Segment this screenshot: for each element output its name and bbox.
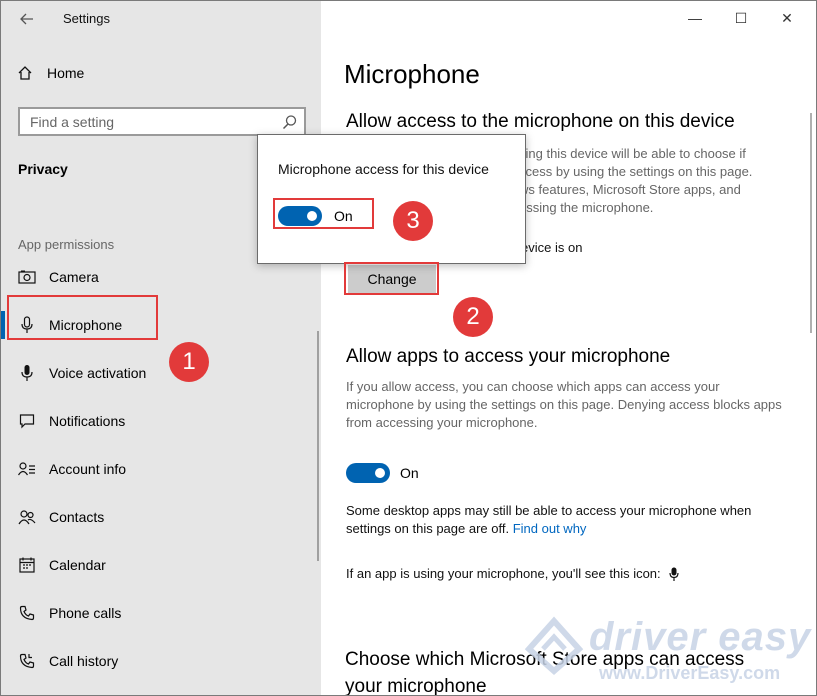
microphone-icon: [669, 567, 679, 581]
sidebar-item-label: Voice activation: [49, 365, 147, 381]
watermark-url: www.DriverEasy.com: [599, 663, 781, 683]
mic-in-use-note: If an app is using your microphone, you'…: [346, 565, 806, 583]
sidebar: Settings Home Privacy App permissions Ca…: [1, 1, 321, 695]
minimize-button[interactable]: —: [672, 5, 718, 31]
description-line: essing the microphone.: [519, 200, 654, 215]
flyout-title: Microphone access for this device: [278, 161, 489, 177]
mic-in-use-note-text: If an app is using your microphone, you'…: [346, 566, 661, 581]
device-access-heading: Allow access to the microphone on this d…: [346, 111, 735, 132]
page-title: Microphone: [344, 59, 480, 89]
sidebar-item-phone-calls[interactable]: Phone calls: [1, 589, 321, 637]
voice-activation-icon: [18, 364, 36, 382]
app-title: Settings: [63, 11, 110, 26]
sidebar-item-label: Notifications: [49, 413, 126, 429]
sidebar-item-label: Calendar: [49, 557, 106, 573]
sidebar-item-call-history[interactable]: Call history: [1, 637, 321, 685]
search-input[interactable]: [20, 109, 270, 134]
section-title: Privacy: [18, 161, 68, 177]
step-marker-2: 2: [453, 297, 493, 337]
maximize-button[interactable]: ☐: [718, 5, 764, 31]
back-button[interactable]: [15, 7, 39, 31]
calendar-icon: [18, 556, 36, 574]
device-access-status: evice is on: [521, 240, 583, 255]
device-access-description: sing this device will be able to choose …: [519, 145, 779, 217]
annotation-box-change: [344, 262, 439, 295]
watermark-brand: driver easy: [589, 615, 812, 659]
back-arrow-icon: [20, 13, 33, 25]
annotation-box-toggle: [273, 198, 374, 229]
settings-window: Settings Home Privacy App permissions Ca…: [0, 0, 817, 696]
main-scrollbar[interactable]: [810, 113, 812, 333]
apps-access-description: If you allow access, you can choose whic…: [346, 379, 782, 430]
description-line: ws features, Microsoft Store apps, and: [519, 182, 741, 197]
camera-icon: [18, 268, 36, 286]
apps-access-heading: Allow apps to access your microphone: [346, 346, 671, 367]
phone-icon: [18, 604, 36, 622]
apps-access-toggle-label: On: [400, 465, 419, 481]
home-icon: [18, 66, 32, 80]
group-label: App permissions: [18, 237, 115, 252]
find-out-why-link[interactable]: Find out why: [513, 521, 587, 536]
apps-access-toggle[interactable]: [346, 463, 390, 483]
home-nav-item[interactable]: Home: [17, 65, 84, 81]
account-info-icon: [18, 460, 36, 478]
description-line: sing this device will be able to choose …: [519, 146, 746, 161]
window-controls: — ☐ ✕: [672, 5, 810, 31]
sidebar-item-label: Phone calls: [49, 605, 122, 621]
main-content: — ☐ ✕ Microphone Allow access to the mic…: [321, 1, 816, 695]
description-line: ccess by using the settings on this page…: [519, 164, 753, 179]
sidebar-item-label: Account info: [49, 461, 127, 477]
sidebar-item-voice-activation[interactable]: Voice activation: [1, 349, 321, 397]
close-button[interactable]: ✕: [764, 5, 810, 31]
call-history-icon: [18, 652, 36, 670]
sidebar-item-notifications[interactable]: Notifications: [1, 397, 321, 445]
watermark: driver easy www.DriverEasy.com: [519, 605, 816, 695]
search-box: [18, 107, 306, 136]
apps-access-toggle-row: On: [346, 463, 419, 483]
sidebar-item-account-info[interactable]: Account info: [1, 445, 321, 493]
sidebar-item-contacts[interactable]: Contacts: [1, 493, 321, 541]
home-label: Home: [47, 65, 85, 81]
sidebar-item-label: Call history: [49, 653, 119, 669]
step-marker-1: 1: [169, 342, 209, 382]
desktop-apps-note: Some desktop apps may still be able to a…: [346, 502, 786, 538]
step-marker-3: 3: [393, 201, 433, 241]
sidebar-item-calendar[interactable]: Calendar: [1, 541, 321, 589]
notifications-icon: [18, 412, 36, 430]
sidebar-scrollbar[interactable]: [317, 331, 319, 561]
annotation-box-microphone: [7, 295, 158, 340]
search-icon[interactable]: [282, 114, 298, 130]
sidebar-item-label: Contacts: [49, 509, 105, 525]
watermark-logo-icon: [524, 616, 584, 675]
sidebar-item-label: Camera: [49, 269, 99, 285]
contacts-icon: [18, 508, 36, 526]
